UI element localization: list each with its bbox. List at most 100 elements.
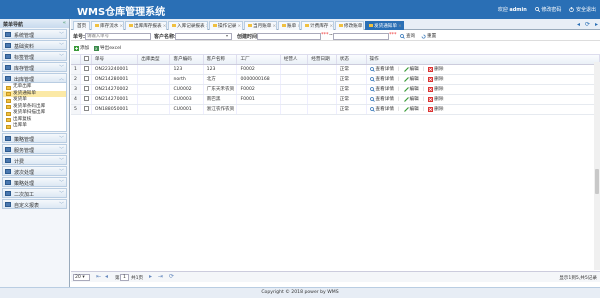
close-tab-icon[interactable]: × xyxy=(297,24,299,29)
module-icon xyxy=(5,190,11,196)
end-date-input[interactable] xyxy=(333,33,389,40)
sidebar-category[interactable]: 波次处理 ﹀ xyxy=(2,165,67,176)
close-tab-icon[interactable]: × xyxy=(119,24,123,29)
sidebar-category[interactable]: 策略处理 ﹀ xyxy=(2,176,67,187)
refresh-icon[interactable]: ⟳ xyxy=(585,21,590,28)
sidebar-category[interactable]: 标签管理 ﹀ xyxy=(2,51,67,61)
collapse-sidebar-icon[interactable]: « xyxy=(63,20,66,26)
table-row[interactable]: 5 ON188050001 CU0001 浙江农作农资 正常 查看详情 | 编辑 | 删除 xyxy=(71,104,600,115)
delete-link[interactable]: 删除 xyxy=(428,76,443,82)
sidebar-subitem[interactable]: 出库单 xyxy=(3,123,66,130)
table-row[interactable]: 1 ON223240001 123 123 F0002 正常 查看详情 | 编辑 | 删除 xyxy=(71,64,600,75)
delete-link[interactable]: 删除 xyxy=(428,96,443,102)
tab[interactable]: 入库记录报表× xyxy=(168,21,208,30)
view-details-link[interactable]: 查看详情 xyxy=(369,86,394,92)
column-header[interactable] xyxy=(80,55,92,65)
sidebar-category[interactable]: 二次加工 ﹀ xyxy=(2,187,67,198)
scrollbar-thumb[interactable] xyxy=(595,169,599,194)
row-checkbox-cell[interactable] xyxy=(80,104,92,115)
row-checkbox[interactable] xyxy=(84,66,90,71)
edit-link[interactable]: 编辑 xyxy=(403,106,419,112)
row-checkbox-cell[interactable] xyxy=(80,74,92,85)
view-details-link[interactable]: 查看详情 xyxy=(369,76,394,82)
first-page-icon[interactable]: ⇤ xyxy=(96,273,101,280)
tab-label: 操作记录 xyxy=(218,24,237,29)
select-all-checkbox[interactable] xyxy=(84,56,90,62)
table-row[interactable]: 4 ON214270001 CU0003 南巴黑 F0001 正常 查看详情 | 编辑 | 删除 xyxy=(71,94,600,105)
last-page-icon[interactable]: ⇥ xyxy=(158,273,163,280)
close-tab-icon[interactable]: × xyxy=(398,24,402,29)
tab[interactable]: 出库库存报表× xyxy=(125,21,167,30)
sidebar-category-label: 库存管理 xyxy=(14,66,35,72)
view-details-link[interactable]: 查看详情 xyxy=(369,66,394,72)
next-page-icon[interactable]: ▸ xyxy=(149,273,152,280)
sidebar-category[interactable]: 出库管理 ︿ xyxy=(2,73,67,83)
sidebar-category-label: 计费 xyxy=(14,158,25,165)
data-grid: 单号 出库类型 客户编码 客户名称 工厂 经营人 经营日期 状态 操作 1 ON223240001… xyxy=(71,54,600,269)
page-label: 第 xyxy=(115,276,120,281)
row-checkbox-cell[interactable] xyxy=(80,64,92,75)
row-checkbox[interactable] xyxy=(84,76,90,81)
table-row[interactable]: 3 ON214270002 CU0002 广东天禾农资 F0002 正常 查看详情 | 编辑 | 删… xyxy=(71,84,600,95)
table-row[interactable]: 2 ON214280001 north 北方 0000000168 正常 查看详情 | 编辑 | 删… xyxy=(71,74,600,85)
cell-op xyxy=(280,94,309,105)
close-tab-icon[interactable]: × xyxy=(206,24,207,29)
reset-button[interactable]: 重置 xyxy=(421,33,436,39)
change-password-link[interactable]: 修改密码 xyxy=(534,6,561,13)
cell-status: 正常 xyxy=(336,94,367,105)
sidebar-category[interactable]: 策略管理 ﹀ xyxy=(2,132,67,143)
sidebar-category[interactable]: 服务管理 ﹀ xyxy=(2,143,67,154)
edit-link[interactable]: 编辑 xyxy=(403,86,419,92)
start-date-input[interactable] xyxy=(257,33,321,40)
edit-link[interactable]: 编辑 xyxy=(403,76,419,82)
tab-icon xyxy=(95,24,99,27)
close-tab-icon[interactable]: × xyxy=(272,24,276,29)
tab[interactable]: 操作记录× xyxy=(209,21,243,30)
vertical-scrollbar[interactable] xyxy=(594,62,600,270)
close-tab-icon[interactable]: × xyxy=(363,24,364,29)
delete-link[interactable]: 删除 xyxy=(428,86,443,92)
row-number: 5 xyxy=(71,104,82,115)
footer: Copyright © 2018 power by WMS xyxy=(0,287,600,298)
sidebar-category[interactable]: 自定义报表 ﹀ xyxy=(2,198,67,209)
row-checkbox[interactable] xyxy=(84,86,90,91)
tab[interactable]: 库存流水× xyxy=(91,21,124,30)
order-no-input[interactable] xyxy=(85,33,151,40)
row-checkbox-cell[interactable] xyxy=(80,84,92,95)
customer-name-select[interactable] xyxy=(175,33,232,40)
view-details-link[interactable]: 查看详情 xyxy=(369,96,394,102)
row-checkbox[interactable] xyxy=(84,96,90,101)
page-size-select[interactable]: 20 ▾ xyxy=(73,274,90,281)
row-checkbox-cell[interactable] xyxy=(80,94,92,105)
tab-scroll-left-icon[interactable]: ◂ xyxy=(577,21,580,28)
sidebar-category[interactable]: 计费 ﹀ xyxy=(2,154,67,165)
tab[interactable]: 计费库存× xyxy=(301,21,334,30)
query-button[interactable]: 查询 xyxy=(400,33,415,39)
add-button[interactable]: 添加 xyxy=(74,45,89,51)
sidebar-category-label: 服务管理 xyxy=(14,147,35,154)
page-number-input[interactable]: 1 xyxy=(120,274,129,281)
row-checkbox[interactable] xyxy=(84,106,90,111)
tab-scroll-right-icon[interactable]: ▸ xyxy=(595,21,598,28)
close-tab-icon[interactable]: × xyxy=(329,24,333,29)
delete-link[interactable]: 删除 xyxy=(428,106,443,112)
tab[interactable]: 首页 xyxy=(73,21,90,30)
edit-link[interactable]: 编辑 xyxy=(403,66,419,72)
sidebar-category[interactable]: 基础资料 ﹀ xyxy=(2,40,67,50)
close-tab-icon[interactable]: × xyxy=(237,24,241,29)
delete-link[interactable]: 删除 xyxy=(428,66,443,72)
logout-link[interactable]: 安全退出 xyxy=(569,6,596,13)
prev-page-icon[interactable]: ◂ xyxy=(105,273,108,280)
sidebar-category[interactable]: 库存管理 ﹀ xyxy=(2,62,67,72)
action-separator: | xyxy=(422,66,425,72)
close-tab-icon[interactable]: × xyxy=(163,24,166,29)
sidebar-category[interactable]: 系统管理 ﹀ xyxy=(2,29,67,39)
tab[interactable]: 修改账单× xyxy=(335,21,364,30)
tab[interactable]: 账单× xyxy=(278,21,300,30)
tab[interactable]: 当月账单× xyxy=(244,21,277,30)
view-details-link[interactable]: 查看详情 xyxy=(369,106,394,112)
export-excel-button[interactable]: x 导出excel xyxy=(94,45,121,51)
tab[interactable]: 发货通知单× xyxy=(365,21,404,30)
refresh-page-icon[interactable]: ⟳ xyxy=(169,273,174,280)
edit-link[interactable]: 编辑 xyxy=(403,96,419,102)
